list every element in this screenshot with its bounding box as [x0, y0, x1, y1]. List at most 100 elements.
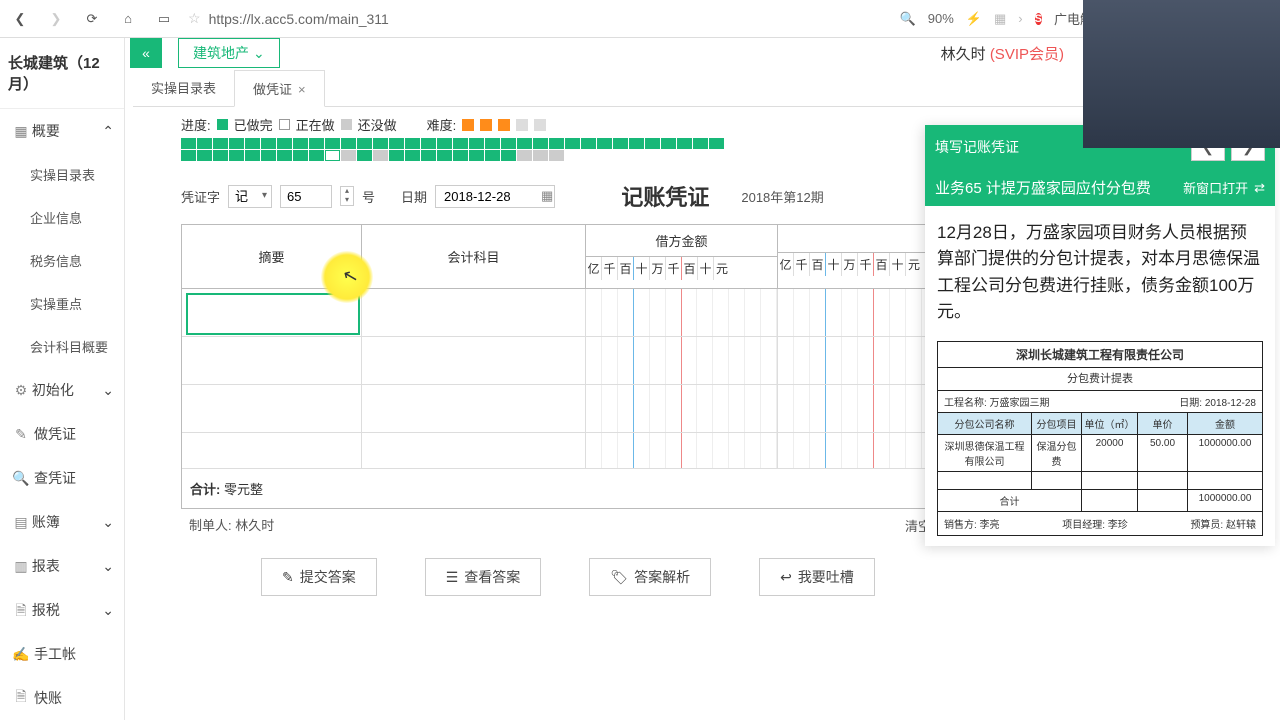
- vip-badge: (SVIP会员): [990, 46, 1064, 63]
- legend-done-icon: [217, 119, 228, 130]
- feedback-button[interactable]: ↩我要吐槽: [759, 558, 875, 596]
- col-account: 会计科目: [362, 225, 586, 288]
- doc-icon: 🗎: [14, 605, 28, 619]
- difficulty-star-icon: [480, 119, 492, 131]
- voucher-word-select[interactable]: 记: [228, 185, 272, 208]
- open-new-window-link[interactable]: 新窗口打开 ⇄: [1183, 178, 1265, 197]
- zoom-level: 90%: [928, 11, 954, 26]
- hand-icon: ✍: [14, 647, 28, 661]
- report-icon: ▥: [14, 560, 28, 574]
- tab-catalog[interactable]: 实操目录表: [133, 70, 234, 106]
- sidebar-item-report[interactable]: ▥ 报表 ⌄: [0, 544, 124, 588]
- user-name: 林久时: [941, 46, 986, 63]
- chevron-down-icon: ⌄: [102, 558, 114, 575]
- difficulty-star-icon: [498, 119, 510, 131]
- reply-icon: ↩: [780, 569, 792, 586]
- sidebar-sub-catalog[interactable]: 实操目录表: [0, 153, 124, 196]
- more-icon[interactable]: ›: [1018, 11, 1022, 26]
- company-title: 长城建筑（12月）: [0, 38, 124, 109]
- debit-cell[interactable]: [586, 433, 778, 468]
- swap-icon: ⇄: [1254, 180, 1265, 196]
- sidebar-item-make-voucher[interactable]: ✎ 做凭证: [0, 412, 124, 456]
- user-info: 林久时 (SVIP会员): [941, 43, 1064, 64]
- maker-info: 制单人: 林久时: [181, 509, 282, 544]
- calendar-icon[interactable]: ▦: [541, 188, 553, 204]
- collapse-sidebar-button[interactable]: «: [130, 38, 162, 68]
- webcam-overlay: [1083, 0, 1280, 148]
- voucher-total-row: 合计: 零元整: [182, 469, 970, 508]
- difficulty-star-icon: [516, 119, 528, 131]
- forward-button[interactable]: ❯: [44, 7, 68, 31]
- debit-cell[interactable]: [586, 385, 778, 432]
- sidebar-item-quick[interactable]: 🗎 快账: [0, 676, 124, 720]
- difficulty-star-icon: [534, 119, 546, 131]
- action-bar: ✎提交答案 ☰查看答案 🏷答案解析 ↩我要吐槽: [181, 544, 1224, 596]
- summary-cell[interactable]: [182, 337, 362, 384]
- star-icon[interactable]: ☆: [188, 10, 201, 27]
- voucher-word-label: 凭证字: [181, 187, 220, 206]
- chevron-up-icon: ⌃: [102, 123, 114, 140]
- debit-cell[interactable]: [586, 337, 778, 384]
- flash-icon[interactable]: ⚡: [966, 11, 982, 27]
- account-cell[interactable]: [362, 385, 586, 432]
- sidebar: 长城建筑（12月） ▦ 概要 ⌃ 实操目录表 企业信息 税务信息 实操重点 会计…: [0, 38, 125, 720]
- summary-cell[interactable]: [182, 385, 362, 432]
- voucher-number-input[interactable]: [280, 185, 332, 208]
- number-spinner[interactable]: ▴▾: [340, 186, 354, 206]
- reload-button[interactable]: ⟳: [80, 7, 104, 31]
- view-answer-button[interactable]: ☰查看答案: [425, 558, 542, 596]
- sidebar-sub-key-points[interactable]: 实操重点: [0, 282, 124, 325]
- voucher-title: 记账凭证: [621, 180, 709, 212]
- submit-button[interactable]: ✎提交答案: [261, 558, 377, 596]
- difficulty-star-icon: [462, 119, 474, 131]
- search-icon: 🔍: [14, 471, 28, 485]
- back-button[interactable]: ❮: [8, 7, 32, 31]
- sidebar-item-init[interactable]: ⚙ 初始化 ⌄: [0, 368, 124, 412]
- list-icon: ☰: [446, 569, 459, 586]
- account-cell[interactable]: [362, 289, 586, 336]
- chevron-down-icon: ⌄: [102, 514, 114, 531]
- tab-make-voucher[interactable]: 做凭证×: [234, 70, 325, 107]
- sogou-ext-icon[interactable]: S: [1035, 13, 1042, 25]
- summary-cell[interactable]: [182, 433, 362, 468]
- grid-icon: ▦: [14, 125, 28, 139]
- chevron-down-icon: ⌄: [102, 602, 114, 619]
- sidebar-item-overview[interactable]: ▦ 概要 ⌃: [0, 109, 124, 153]
- col-debit: 借方金额 亿千百十万千百十元: [586, 225, 778, 288]
- sidebar-sub-company-info[interactable]: 企业信息: [0, 196, 124, 239]
- account-cell[interactable]: [362, 337, 586, 384]
- qr-icon[interactable]: ▦: [994, 11, 1006, 27]
- zoom-icon[interactable]: 🔍: [900, 11, 916, 27]
- gear-icon: ⚙: [14, 384, 28, 398]
- sidebar-item-ledger[interactable]: ▤ 账簿 ⌄: [0, 500, 124, 544]
- date-label: 日期: [401, 187, 427, 206]
- home-button[interactable]: ⌂: [116, 7, 140, 31]
- legend-not-icon: [341, 119, 352, 130]
- pencil-icon: ✎: [14, 427, 28, 441]
- account-cell[interactable]: [362, 433, 586, 468]
- sidebar-item-tax[interactable]: 🗎 报税 ⌄: [0, 588, 124, 632]
- debit-cell[interactable]: [586, 289, 778, 336]
- legend-doing-icon: [279, 119, 290, 130]
- sidebar-sub-tax-info[interactable]: 税务信息: [0, 239, 124, 282]
- task-panel: 填写记账凭证 ❮ ❯ 业务65 计提万盛家园应付分包费 新窗口打开 ⇄ 12月2…: [925, 125, 1275, 546]
- task-title: 业务65 计提万盛家园应付分包费: [935, 177, 1151, 198]
- sidebar-item-query-voucher[interactable]: 🔍 查凭证: [0, 456, 124, 500]
- chevron-down-icon: ⌄: [102, 382, 114, 399]
- url-text: https://lx.acc5.com/main_311: [209, 11, 389, 27]
- task-description: 12月28日，万盛家园项目财务人员根据预算部门提供的分包计提表，对本月思德保温工…: [925, 206, 1275, 341]
- book-icon: ▤: [14, 516, 28, 530]
- task-fill-label: 填写记账凭证: [935, 137, 1019, 157]
- col-summary: 摘要: [182, 225, 362, 288]
- close-icon[interactable]: ×: [298, 82, 306, 97]
- sidebar-sub-account-summary[interactable]: 会计科目概要: [0, 325, 124, 368]
- summary-input[interactable]: [186, 293, 360, 335]
- analysis-button[interactable]: 🏷答案解析: [589, 558, 711, 596]
- category-dropdown[interactable]: 建筑地产 ⌄: [178, 38, 280, 68]
- category-label: 建筑地产: [193, 43, 249, 63]
- sidebar-item-manual[interactable]: ✍ 手工帐: [0, 632, 124, 676]
- reader-button[interactable]: ▭: [152, 7, 176, 31]
- date-input[interactable]: [435, 185, 555, 208]
- voucher-table: 摘要 会计科目 借方金额 亿千百十万千百十元 亿千百十万千百十元: [181, 224, 971, 509]
- voucher-period: 2018年第12期: [741, 187, 823, 206]
